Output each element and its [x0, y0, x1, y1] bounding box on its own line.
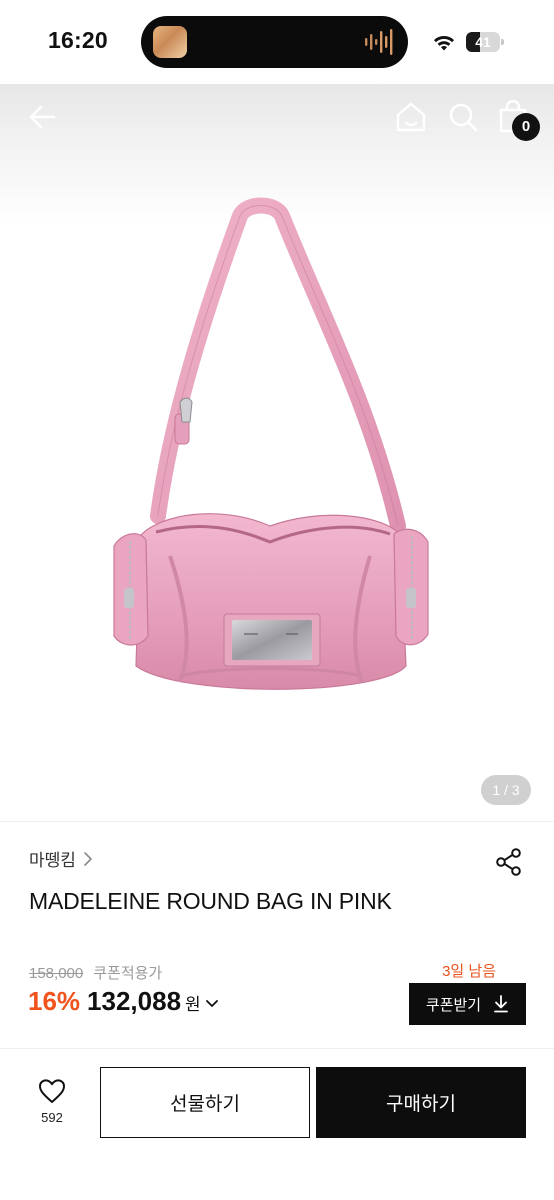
battery-icon: 41: [466, 32, 504, 52]
buy-button[interactable]: 구매하기: [316, 1067, 526, 1138]
status-indicators: 41: [432, 30, 504, 54]
coupon-button-label: 쿠폰받기: [425, 996, 482, 1014]
heart-icon: [39, 1079, 65, 1103]
like-button[interactable]: 592: [30, 1078, 74, 1132]
product-title: MADELEINE ROUND BAG IN PINK: [29, 888, 392, 914]
product-photo: [113, 197, 429, 690]
home-icon[interactable]: [394, 100, 428, 134]
gift-button[interactable]: 선물하기: [100, 1067, 310, 1138]
cart-count-badge: 0: [512, 113, 540, 141]
brand-link[interactable]: 마뗑킴: [29, 846, 94, 871]
get-coupon-button[interactable]: 쿠폰받기: [409, 983, 526, 1025]
divider: [0, 821, 554, 822]
gallery-page-indicator: 1 / 3: [481, 775, 531, 805]
chevron-down-icon[interactable]: [205, 998, 219, 1010]
brand-name: 마뗑킴: [29, 851, 76, 870]
status-bar: 16:20 41: [0, 0, 554, 84]
share-icon[interactable]: [494, 847, 524, 877]
dynamic-island[interactable]: [141, 16, 408, 68]
original-price: 158,000: [29, 965, 84, 982]
audio-waveform-icon: [365, 29, 393, 55]
sale-price: 132,088: [87, 986, 182, 1016]
divider: [0, 1048, 554, 1049]
search-icon[interactable]: [446, 100, 480, 134]
original-price-row: 158,000 쿠폰적용가: [29, 962, 162, 983]
discount-rate: 16%: [28, 986, 81, 1016]
currency-label: 원: [185, 995, 201, 1014]
battery-level: 41: [475, 34, 491, 50]
price-row: 16% 132,088 원: [28, 986, 219, 1017]
product-image-gallery[interactable]: 0 1 / 3: [0, 84, 554, 820]
wifi-icon: [434, 35, 454, 51]
back-arrow-icon[interactable]: [26, 100, 60, 134]
coupon-price-note: 쿠폰적용가: [93, 965, 163, 982]
now-playing-artwork: [153, 26, 187, 58]
like-count: 592: [41, 1110, 63, 1125]
status-time: 16:20: [48, 27, 108, 53]
download-icon: [494, 995, 508, 1013]
days-left-label: 3일 남음: [442, 963, 496, 980]
chevron-right-icon: [84, 851, 92, 866]
